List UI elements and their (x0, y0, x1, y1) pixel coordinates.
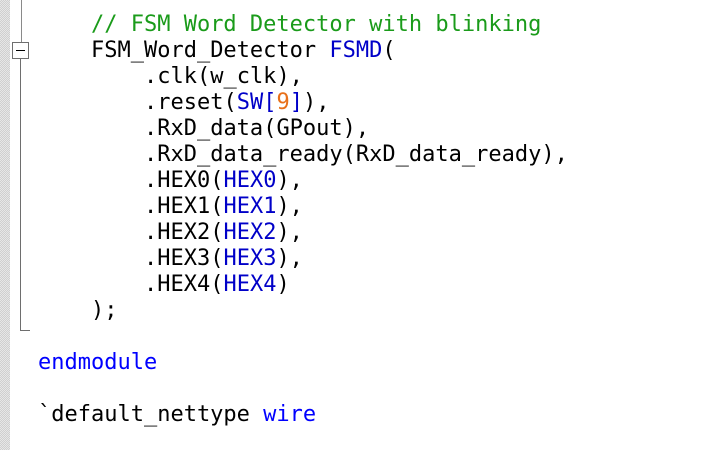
code-line-port: .HEX2(HEX2), (143, 220, 303, 245)
port-name: .reset (143, 90, 224, 115)
code-line-port: .HEX0(HEX0), (143, 168, 303, 193)
port-name: .HEX4 (143, 272, 211, 297)
port-arg: HEX0 (223, 168, 277, 193)
port-name: .clk (143, 64, 197, 89)
code-line-instantiation: FSM_Word_Detector FSMD( (90, 38, 396, 63)
port-arg: HEX4 (223, 272, 277, 297)
code-line-port: .RxD_data_ready(RxD_data_ready), (143, 142, 568, 167)
selection-gutter[interactable] (0, 0, 10, 450)
code-line-port: .RxD_data(GPout), (143, 116, 370, 141)
code-line-comment: // FSM Word Detector with blinking (38, 12, 568, 38)
port-arg: SW (236, 90, 264, 115)
code-line-port: .HEX1(HEX1), (143, 194, 303, 219)
code-line-port: .reset(SW[9]), (143, 90, 330, 115)
code-line-directive: `default_nettype wire (38, 402, 568, 428)
port-name: .HEX3 (143, 246, 211, 271)
endmodule-keyword: endmodule (38, 350, 158, 375)
port-name: .RxD_data (143, 116, 264, 141)
port-arg: w_clk (210, 64, 277, 89)
directive-text: `default_nettype (38, 402, 250, 427)
port-arg: HEX3 (223, 246, 277, 271)
code-line-close: ); (90, 298, 118, 323)
code-line-port: .HEX3(HEX3), (143, 246, 303, 271)
comment-text: // FSM Word Detector with blinking (90, 12, 542, 37)
port-name: .HEX2 (143, 220, 211, 245)
wire-keyword: wire (263, 402, 317, 427)
module-name: FSM_Word_Detector (90, 38, 317, 63)
fold-guide-line-top (21, 0, 22, 42)
port-name: .RxD_data_ready (143, 142, 343, 167)
port-arg: HEX1 (223, 194, 277, 219)
code-line-port: .clk(w_clk), (143, 64, 303, 89)
port-name: .HEX0 (143, 168, 211, 193)
code-editor[interactable]: // FSM Word Detector with blinking FSM_W… (0, 0, 704, 450)
code-text[interactable]: // FSM Word Detector with blinking FSM_W… (38, 12, 568, 428)
port-arg: GPout (276, 116, 343, 141)
fold-guide-line (20, 59, 21, 331)
code-line-port: .HEX4(HEX4) (143, 272, 290, 297)
fold-guide-end (20, 330, 30, 331)
index-number: 9 (276, 90, 290, 115)
port-arg: HEX2 (223, 220, 277, 245)
code-line-endmodule: endmodule (38, 350, 568, 376)
port-arg: RxD_data_ready (355, 142, 542, 167)
port-name: .HEX1 (143, 194, 211, 219)
instance-name: FSMD (329, 38, 383, 63)
fold-margin (10, 0, 34, 450)
collapse-minus-icon[interactable] (12, 42, 29, 59)
